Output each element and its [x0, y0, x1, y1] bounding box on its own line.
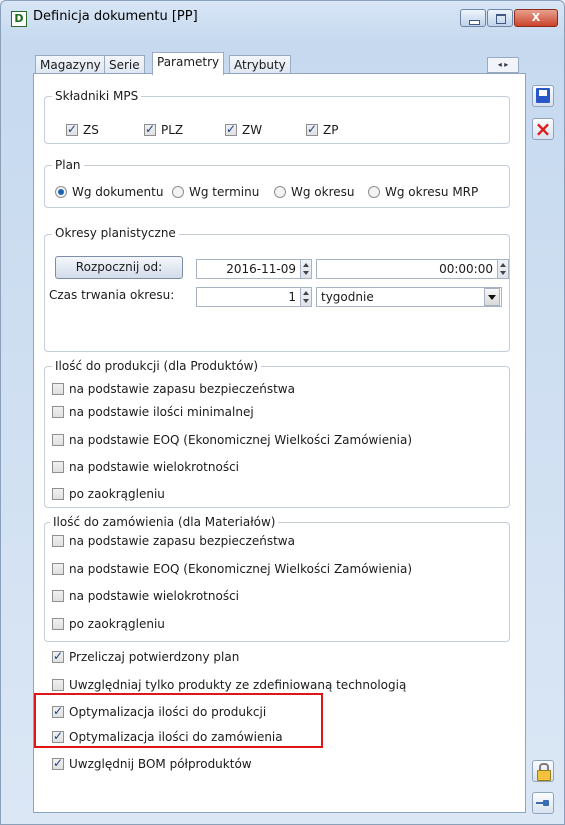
plan-option-wg-okresu[interactable]: Wg okresu [274, 185, 355, 199]
order-rounding-checkbox[interactable]: po zaokrągleniu [52, 617, 165, 631]
maximize-button[interactable] [487, 9, 513, 27]
prod-safety-stock-checkbox[interactable]: na podstawie zapasu bezpieczeństwa [52, 382, 295, 396]
checkbox-label: Uwzględniaj tylko produkty ze zdefiniowa… [69, 678, 407, 692]
order-quantity-title: Ilość do zamówienia (dla Materiałów) [50, 515, 279, 529]
checkbox-checked-icon [66, 122, 78, 136]
mps-group [44, 96, 510, 144]
production-quantity-title: Ilość do produkcji (dla Produktów) [52, 359, 262, 373]
plan-option-wg-okresu-mrp[interactable]: Wg okresu MRP [368, 185, 478, 199]
plan-option-wg-terminu[interactable]: Wg terminu [172, 185, 259, 199]
checkbox-empty-icon [52, 618, 64, 630]
tab-atrybuty[interactable]: Atrybuty [229, 55, 291, 74]
radio-label: Wg okresu [291, 185, 355, 199]
mps-zw-checkbox[interactable]: ZW [225, 122, 263, 137]
duration-spinner[interactable] [300, 287, 312, 307]
checkbox-label: po zaokrągleniu [69, 487, 165, 501]
tab-scroll-arrows[interactable]: ◂ ▸ [487, 57, 519, 73]
window-close-button[interactable]: X [514, 9, 558, 27]
checkbox-empty-icon [52, 434, 64, 446]
radio-label: Wg terminu [189, 185, 260, 199]
close-icon: × [534, 117, 552, 141]
mps-plz-checkbox[interactable]: PLZ [144, 122, 184, 137]
start-date-field[interactable]: 2016-11-09 [196, 259, 301, 279]
checkbox-empty-icon [52, 488, 64, 500]
tab-parametry[interactable]: Parametry [152, 52, 225, 75]
checkbox-label: po zaokrągleniu [69, 617, 165, 631]
start-time-field[interactable]: 00:00:00 [316, 259, 498, 279]
radio-empty-icon [368, 186, 380, 198]
checkbox-label: ZS [83, 123, 99, 137]
duration-unit-select[interactable]: tygodnie [316, 287, 502, 307]
recalc-confirmed-plan-checkbox[interactable]: Przeliczaj potwierdzony plan [52, 649, 240, 664]
prod-multiplicity-checkbox[interactable]: na podstawie wielokrotności [52, 460, 239, 474]
radio-label: Wg okresu MRP [385, 185, 479, 199]
start-from-button[interactable]: Rozpocznij od: [55, 256, 183, 279]
checkbox-label: na podstawie wielokrotności [69, 460, 240, 474]
radio-selected-icon [55, 186, 67, 198]
title-bar[interactable]: D Definicja dokumentu [PP] X [1, 1, 564, 35]
order-eoq-checkbox[interactable]: na podstawie EOQ (Ekonomicznej Wielkości… [52, 562, 412, 576]
checkbox-empty-icon [52, 679, 64, 691]
checkbox-label: na podstawie ilości minimalnej [69, 405, 254, 419]
duration-value-field[interactable]: 1 [196, 287, 301, 307]
checkbox-checked-icon [306, 122, 318, 136]
save-button[interactable] [532, 85, 554, 107]
maximize-icon [488, 10, 512, 26]
plan-group-title: Plan [52, 158, 84, 172]
checkbox-empty-icon [52, 406, 64, 418]
prod-rounding-checkbox[interactable]: po zaokrągleniu [52, 487, 165, 501]
checkbox-label: na podstawie zapasu bezpieczeństwa [69, 534, 295, 548]
checkbox-empty-icon [52, 590, 64, 602]
checkbox-empty-icon [52, 383, 64, 395]
planning-periods-title: Okresy planistyczne [52, 226, 179, 240]
checkbox-empty-icon [52, 535, 64, 547]
checkbox-label: ZP [323, 123, 339, 137]
checkbox-label: ZW [242, 123, 263, 137]
order-multiplicity-checkbox[interactable]: na podstawie wielokrotności [52, 589, 239, 603]
checkbox-empty-icon [52, 563, 64, 575]
semiproduct-bom-checkbox[interactable]: Uwzględnij BOM półproduktów [52, 756, 252, 771]
start-time-spinner[interactable] [497, 259, 509, 279]
checkbox-label: na podstawie EOQ (Ekonomicznej Wielkości… [69, 433, 413, 447]
tab-serie[interactable]: Serie [104, 55, 145, 74]
app-icon: D [11, 11, 27, 27]
checkbox-checked-icon [144, 122, 156, 136]
tab-magazyny[interactable]: Magazyny [35, 55, 106, 74]
highlight-box [34, 693, 323, 748]
close-window-icon: X [531, 11, 541, 24]
window-title: Definicja dokumentu [PP] [33, 9, 198, 24]
checkbox-checked-icon [52, 756, 64, 770]
cancel-button[interactable]: × [532, 118, 554, 140]
checkbox-checked-icon [52, 649, 64, 663]
checkbox-label: Przeliczaj potwierdzony plan [69, 650, 240, 664]
lock-button[interactable] [532, 760, 554, 782]
plan-option-wg-dokumentu[interactable]: Wg dokumentu [55, 185, 163, 199]
mps-zp-checkbox[interactable]: ZP [306, 122, 339, 137]
radio-empty-icon [172, 186, 184, 198]
only-with-technology-checkbox[interactable]: Uwzględniaj tylko produkty ze zdefiniowa… [52, 678, 406, 692]
start-date-spinner[interactable] [300, 259, 312, 279]
mps-zs-checkbox[interactable]: ZS [66, 122, 99, 137]
checkbox-label: na podstawie zapasu bezpieczeństwa [69, 382, 295, 396]
checkbox-label: na podstawie EOQ (Ekonomicznej Wielkości… [69, 562, 413, 576]
radio-empty-icon [274, 186, 286, 198]
checkbox-label: na podstawie wielokrotności [69, 589, 240, 603]
mps-group-title: Składniki MPS [52, 89, 142, 103]
minimize-button[interactable] [460, 9, 486, 27]
radio-label: Wg dokumentu [72, 185, 164, 199]
duration-label: Czas trwania okresu: [49, 288, 175, 302]
pin-icon [536, 800, 550, 806]
pin-button[interactable] [532, 792, 554, 814]
checkbox-empty-icon [52, 461, 64, 473]
minimize-icon [461, 10, 485, 26]
checkbox-label: PLZ [161, 123, 184, 137]
chevron-down-icon[interactable] [484, 288, 500, 306]
checkbox-checked-icon [225, 122, 237, 136]
prod-min-quantity-checkbox[interactable]: na podstawie ilości minimalnej [52, 405, 254, 419]
checkbox-label: Uwzględnij BOM półproduktów [69, 757, 252, 771]
order-safety-stock-checkbox[interactable]: na podstawie zapasu bezpieczeństwa [52, 534, 295, 548]
prod-eoq-checkbox[interactable]: na podstawie EOQ (Ekonomicznej Wielkości… [52, 433, 412, 447]
